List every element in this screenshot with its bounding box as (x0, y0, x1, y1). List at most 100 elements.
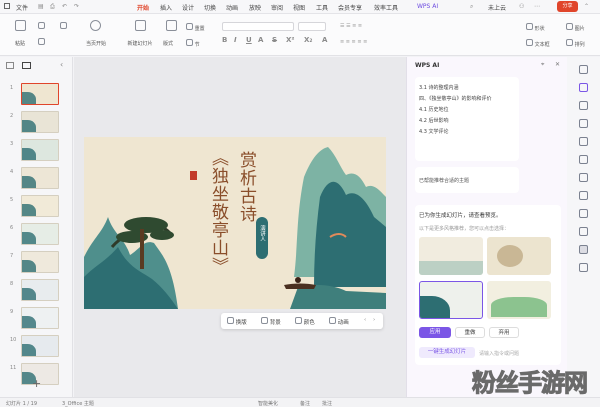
undo-icon[interactable]: ↶ (62, 3, 67, 10)
quick-generate-button[interactable]: 一键生成幻灯片 (419, 347, 475, 358)
tab-slideshow[interactable]: 放映 (249, 3, 261, 12)
share-button[interactable]: 分享 (557, 1, 578, 12)
slide-thumbnail[interactable] (21, 111, 59, 133)
minimize-icon[interactable] (579, 65, 588, 74)
outline-view-icon[interactable] (6, 62, 14, 69)
copy-button[interactable] (38, 38, 45, 47)
settings-icon[interactable] (579, 227, 588, 236)
bullet-list-icon[interactable]: ☰ ☰ ≡ ≡ (340, 23, 362, 29)
ai-input-hint[interactable]: 请输入指令或问题 (479, 350, 519, 357)
underline-icon[interactable]: U (246, 36, 252, 44)
format-painter-button[interactable] (60, 22, 67, 31)
superscript-icon[interactable]: X² (286, 36, 294, 44)
beautify-button[interactable]: 换版 (227, 317, 247, 326)
tab-start[interactable]: 开始 (137, 3, 150, 15)
presenter-badge[interactable]: 演讲人 (256, 217, 268, 259)
slide-thumbnail[interactable] (21, 251, 59, 273)
add-slide-icon[interactable]: + (32, 377, 41, 390)
prev-icon[interactable]: ‹ (364, 317, 366, 323)
cut-button[interactable] (38, 22, 45, 31)
pin-icon[interactable]: ⌖ (541, 61, 544, 69)
textbox-button[interactable]: 文本框 (526, 39, 550, 48)
print-icon[interactable]: ⎙ (50, 3, 55, 11)
cursor-icon[interactable] (579, 245, 588, 254)
slide-title-line2[interactable]: 《独坐敬亭山》 (206, 149, 231, 275)
strikethrough-icon[interactable]: S (272, 36, 277, 44)
italic-icon[interactable]: I (234, 36, 237, 44)
slide-thumbnail[interactable] (21, 335, 59, 357)
slide-thumbnail[interactable] (21, 83, 59, 105)
font-size-field[interactable] (298, 22, 326, 31)
reset-button[interactable]: 重置 (186, 23, 205, 32)
slide-thumbnail[interactable] (21, 223, 59, 245)
collab-icon[interactable]: ⚇ (519, 3, 524, 10)
more-icon[interactable]: ⋯ (534, 3, 540, 10)
next-icon[interactable]: › (373, 317, 375, 323)
redo-icon[interactable]: ↷ (74, 3, 79, 10)
tab-wps-ai[interactable]: WPS AI (417, 3, 438, 10)
ai-sparkle-icon[interactable] (579, 83, 588, 92)
layout-button[interactable] (166, 20, 177, 33)
comment-button[interactable]: 批注 (322, 400, 332, 407)
background-button[interactable]: 背景 (261, 317, 281, 326)
tab-animation[interactable]: 动画 (226, 3, 238, 12)
slide-thumbnail[interactable] (21, 279, 59, 301)
tab-view[interactable]: 视图 (293, 3, 305, 12)
theme-option-3-selected[interactable] (419, 281, 483, 319)
image-button[interactable]: 图片 (566, 23, 585, 32)
ai-panel-title[interactable]: WPS AI (415, 62, 439, 69)
slide-thumbnail[interactable] (21, 167, 59, 189)
discard-button[interactable]: 弃用 (489, 327, 519, 338)
section-button[interactable]: 节 (186, 39, 200, 48)
tab-review[interactable]: 审阅 (271, 3, 283, 12)
dropper-icon[interactable] (579, 155, 588, 164)
color-button[interactable]: 颜色 (295, 317, 315, 326)
close-icon[interactable]: ✕ (555, 61, 560, 68)
from-current-button[interactable] (82, 20, 108, 33)
tab-transition[interactable]: 切换 (204, 3, 216, 12)
redo-button[interactable]: 重做 (455, 327, 485, 338)
arrange-button[interactable]: 排列 (566, 39, 585, 48)
tab-design[interactable]: 设计 (182, 3, 194, 12)
tab-insert[interactable]: 插入 (160, 3, 172, 12)
slide-thumbnail[interactable] (21, 307, 59, 329)
subscript-icon[interactable]: X₂ (304, 36, 312, 44)
save-icon[interactable]: ▤ (38, 3, 44, 10)
bold-icon[interactable]: B (222, 36, 227, 44)
panel-close-icon[interactable]: ‹ (60, 60, 63, 69)
notes-button[interactable]: 备注 (300, 400, 310, 407)
new-slide-label[interactable]: 新建幻灯片 (120, 40, 160, 47)
theme-option-4[interactable] (487, 281, 551, 319)
font-color-icon[interactable]: A (258, 36, 263, 44)
layout-label[interactable]: 版式 (163, 40, 173, 47)
paste-label[interactable]: 粘贴 (6, 40, 34, 47)
from-current-label[interactable]: 当页开始 (76, 40, 116, 47)
collapse-icon[interactable]: ⌃ (584, 3, 589, 10)
tab-member[interactable]: 会员专享 (338, 3, 362, 12)
template-icon[interactable] (579, 119, 588, 128)
animation-button[interactable]: 动画 (329, 317, 349, 326)
slide-title-line1[interactable]: 赏析古诗 (234, 151, 259, 223)
highlight-icon[interactable]: A (322, 36, 327, 44)
paste-button[interactable] (8, 20, 32, 33)
animation-panel-icon[interactable] (579, 191, 588, 200)
tab-file[interactable]: 文件 (16, 3, 28, 12)
new-slide-button[interactable] (127, 20, 153, 33)
cloud-status[interactable]: 未上云 (488, 3, 506, 12)
tab-efficiency[interactable]: 效率工具 (374, 3, 398, 12)
slide-1[interactable]: 赏析古诗 《独坐敬亭山》 演讲人 (84, 137, 386, 309)
font-name-field[interactable] (222, 22, 294, 31)
sticker-icon[interactable] (579, 137, 588, 146)
theme-option-2[interactable] (487, 237, 551, 275)
smart-beautify-button[interactable]: 智能美化 (258, 400, 278, 407)
shape-outline-icon[interactable] (579, 173, 588, 182)
thumbnail-view-icon[interactable] (22, 62, 31, 69)
tab-tools[interactable]: 工具 (316, 3, 328, 12)
slide-thumbnail[interactable] (21, 139, 59, 161)
theme-option-1[interactable] (419, 237, 483, 275)
menu-icon[interactable] (4, 3, 10, 9)
shape-button[interactable]: 形状 (526, 23, 545, 32)
more-tools-icon[interactable] (579, 263, 588, 272)
search-icon[interactable]: ⌕ (470, 3, 473, 11)
align-icon[interactable]: ≡ ≡ ≡ ≡ ≡ (340, 39, 367, 45)
